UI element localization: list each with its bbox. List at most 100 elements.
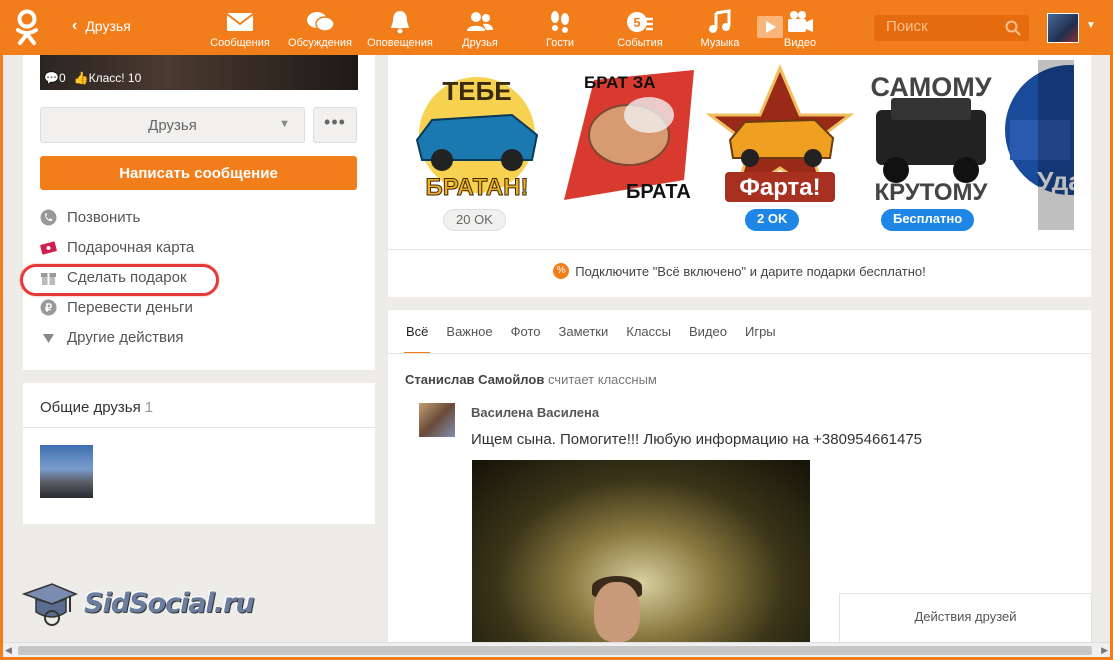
gift-sticker-3[interactable]: Фарта! [705,60,855,210]
gifts-scroll-right[interactable] [1038,60,1074,230]
post-photo[interactable] [472,460,810,650]
gift-card-icon [40,240,57,255]
triangle-down-icon [43,333,54,343]
gift-caption: Фарта! [739,174,820,201]
post-text: Ищем сына. Помогите!!! Любую информацию … [471,431,923,448]
tab-all[interactable]: Всё [403,310,431,354]
nav-label: Гости [545,37,575,49]
gift-sticker-2[interactable]: БРАТ ЗА БРАТА [554,60,704,210]
write-message-button[interactable]: Написать сообщение [40,156,357,190]
action-other[interactable]: Другие действия [40,326,184,348]
gift-caption: БРАТАН! [425,174,528,201]
footprints-icon [551,11,569,33]
nav-label: Оповещения [367,37,433,49]
search-input[interactable]: Поиск [874,15,1029,41]
tab-photo[interactable]: Фото [511,310,541,354]
search-placeholder: Поиск [886,18,928,35]
action-gift-card[interactable]: Подарочная карта [40,236,194,258]
horizontal-scrollbar[interactable]: ◀ ▶ [0,642,1113,657]
nav-notifications[interactable]: Оповещения [360,0,440,55]
triangle-down-icon: ▼ [279,118,290,130]
all-inclusive-icon: % [553,263,570,279]
profile-photo[interactable]: 💬0 👍Класс! 10 [40,55,358,90]
gift-price-3[interactable]: 2 OK [745,209,800,231]
mutual-friends-count: 1 [144,399,154,416]
music-note-icon [709,9,731,33]
photo-detail [594,582,640,642]
nav-label: Обсуждения [288,37,352,49]
photo-stats: 💬0 👍Класс! 10 [44,71,141,85]
feed-activity-header: Станислав Самойлов считает классным [405,372,657,387]
liker-action: считает классным [547,372,657,387]
nav-label: События [617,37,663,49]
mutual-friends-card: Общие друзья 1 [23,383,375,524]
mutual-friend-avatar[interactable] [40,445,93,498]
bell-icon [391,11,409,34]
liker-name[interactable]: Станислав Самойлов [405,372,544,387]
video-camera-icon [788,11,813,32]
all-inclusive-link[interactable]: % Подключите "Всё включено" и дарите под… [388,263,1091,279]
profile-card: 💬0 👍Класс! 10 Друзья ▼ ••• Написать сооб… [23,55,375,370]
comments-count[interactable]: 💬0 [44,71,66,85]
ok-logo-icon[interactable] [14,9,40,47]
nav-messages[interactable]: Сообщения [200,0,280,55]
more-options-button[interactable]: ••• [313,107,357,143]
action-call[interactable]: Позвонить [40,206,140,228]
nav-music[interactable]: Музыка [680,0,760,55]
back-to-friends-link[interactable]: ‹ Друзья [72,17,131,35]
chevron-left-icon: ‹ [72,17,78,34]
user-avatar[interactable] [1047,13,1079,43]
nav-events[interactable]: 5 События [600,0,680,55]
action-transfer-money[interactable]: ₽ Перевести деньги [40,296,193,318]
friends-dropdown-label: Друзья [148,116,197,134]
gift-caption: КРУТОМУ [875,179,989,206]
music-player-play-icon[interactable] [757,16,783,38]
tab-notes[interactable]: Заметки [559,310,609,354]
all-inclusive-text: Подключите "Всё включено" и дарите подар… [575,263,926,279]
action-label: Перевести деньги [67,298,193,316]
caret-down-icon[interactable]: ▼ [1086,20,1096,31]
tab-important[interactable]: Важное [446,310,492,354]
search-icon[interactable] [1005,20,1021,36]
nav-friends[interactable]: Друзья [440,0,520,55]
post-author-name[interactable]: Василена Василена [471,405,599,420]
graduation-cap-icon [22,583,78,626]
friends-status-dropdown[interactable]: Друзья ▼ [40,107,305,143]
tab-video[interactable]: Видео [689,310,727,354]
back-label: Друзья [85,18,131,34]
action-label: Подарочная карта [67,238,195,256]
gift-caption: ТЕБЕ [442,76,511,106]
action-label: Сделать подарок [67,268,187,286]
gift-sticker-4[interactable]: САМОМУ КРУТОМУ [856,60,1006,210]
watermark-text: SidSocial.ru [84,587,255,619]
friends-actions-panel[interactable]: Действия друзей [839,593,1092,643]
friends-icon [467,12,493,31]
scrollbar-thumb[interactable] [18,646,1092,655]
nav-guests[interactable]: Гости [520,0,600,55]
likes-count[interactable]: 👍Класс! 10 [74,71,142,85]
mutual-friends-title[interactable]: Общие друзья 1 [40,399,153,416]
svg-text:5: 5 [633,15,640,30]
svg-text:₽: ₽ [45,302,52,314]
divider [23,427,375,428]
tab-likes[interactable]: Классы [626,310,671,354]
feed-tabs: Всё Важное Фото Заметки Классы Видео Игр… [403,310,776,354]
action-make-gift[interactable]: Сделать подарок [40,266,187,288]
chat-bubbles-icon [307,12,335,32]
gift-price-4[interactable]: Бесплатно [881,209,975,231]
main-nav: Сообщения Обсуждения Оповещения Друзья Г… [200,0,840,55]
gift-icon [41,272,56,285]
envelope-icon [226,13,254,31]
gift-caption: БРАТА [626,181,691,203]
scroll-right-icon[interactable]: ▶ [1101,645,1108,656]
post-author-avatar[interactable] [419,403,455,437]
tab-games[interactable]: Игры [745,310,776,354]
gift-price-1[interactable]: 20 OK [443,209,506,231]
nav-label: Друзья [462,37,498,49]
gift-sticker-1[interactable]: ТЕБЕ БРАТАН! [402,60,552,210]
nav-discussions[interactable]: Обсуждения [280,0,360,55]
action-label: Позвонить [67,208,141,226]
action-label: Другие действия [67,328,184,346]
scroll-left-icon[interactable]: ◀ [5,645,12,656]
nav-label: Музыка [700,37,740,49]
